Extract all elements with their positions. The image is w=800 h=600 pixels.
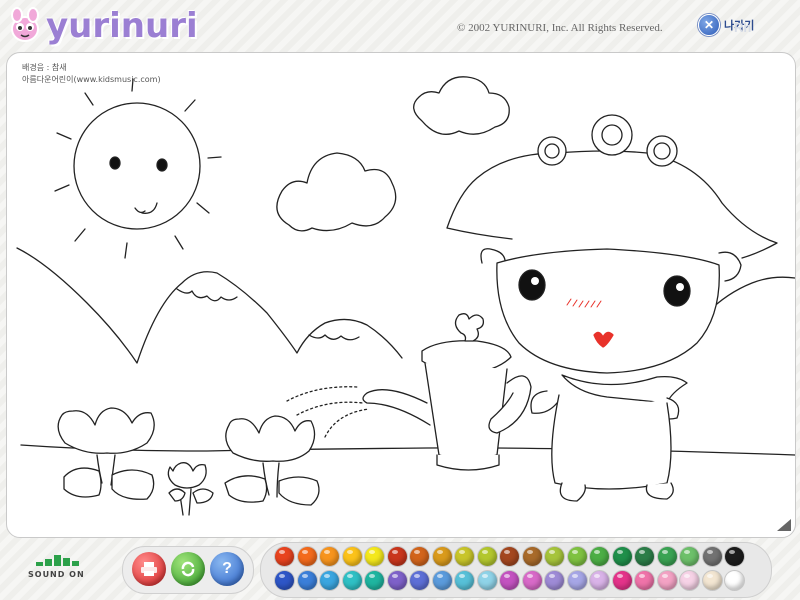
coloring-picture[interactable] — [7, 53, 795, 537]
palette-row-1 — [275, 547, 744, 566]
color-swatch[interactable] — [680, 547, 699, 566]
sound-level-icon[interactable] — [36, 552, 98, 566]
color-swatch[interactable] — [590, 571, 609, 590]
credits-line-2: 아름다운어린이(www.kidsmusic.com) — [22, 75, 161, 84]
color-swatch[interactable] — [567, 571, 587, 590]
color-swatch[interactable] — [432, 571, 452, 590]
color-swatch[interactable] — [297, 571, 317, 590]
credits-line-1: 배경음 : 참새 — [22, 63, 67, 72]
color-swatch[interactable] — [455, 547, 474, 566]
color-swatch[interactable] — [545, 571, 564, 590]
color-swatch[interactable] — [275, 571, 294, 590]
palette-row-2 — [275, 571, 744, 590]
color-swatch[interactable] — [612, 571, 632, 590]
color-swatch[interactable] — [365, 547, 384, 566]
coloring-canvas[interactable] — [6, 52, 796, 538]
mountain-left[interactable] — [16, 247, 403, 364]
color-swatch[interactable] — [275, 547, 294, 566]
watermark-text: Rh — [734, 20, 752, 35]
color-swatch[interactable] — [612, 547, 632, 566]
reset-button[interactable] — [171, 552, 205, 586]
refresh-icon — [181, 561, 195, 577]
color-swatch[interactable] — [635, 547, 654, 566]
color-swatch[interactable] — [320, 547, 339, 566]
color-swatch[interactable] — [657, 547, 677, 566]
color-swatch[interactable] — [342, 571, 362, 590]
color-swatch[interactable] — [680, 571, 699, 590]
mountain-right[interactable] — [706, 276, 795, 314]
flower-small[interactable] — [167, 462, 214, 516]
bottom-toolbar: SOUND ON ? — [0, 538, 800, 600]
flower-left[interactable] — [57, 407, 155, 500]
resize-corner-icon — [777, 519, 791, 531]
color-swatch[interactable] — [522, 547, 542, 566]
color-swatch[interactable] — [410, 547, 429, 566]
watering-can[interactable] — [362, 313, 532, 471]
color-swatch[interactable] — [342, 547, 362, 566]
flower-right[interactable] — [224, 415, 320, 506]
color-swatch[interactable] — [432, 547, 452, 566]
color-swatch[interactable] — [297, 547, 317, 566]
sun-drawing[interactable] — [54, 78, 222, 259]
music-credits: 배경음 : 참새 아름다운어린이(www.kidsmusic.com) — [22, 62, 161, 86]
color-swatch[interactable] — [567, 547, 587, 566]
color-swatch[interactable] — [590, 547, 609, 566]
color-swatch[interactable] — [657, 571, 677, 590]
color-swatch[interactable] — [725, 547, 744, 566]
help-button[interactable]: ? — [210, 552, 244, 586]
color-swatch[interactable] — [725, 571, 744, 590]
sound-label: SOUND ON — [28, 570, 85, 579]
mountain-snowcap[interactable] — [176, 288, 238, 302]
yurinuri-logo: yurinuri — [8, 6, 198, 46]
cloud-drawing-small[interactable] — [413, 76, 510, 135]
tool-panel: ? — [122, 546, 254, 594]
color-swatch[interactable] — [522, 571, 542, 590]
color-swatch[interactable] — [365, 571, 384, 590]
close-icon[interactable]: ✕ — [698, 14, 720, 36]
color-swatch[interactable] — [455, 571, 474, 590]
color-swatch[interactable] — [477, 571, 497, 590]
cloud-drawing[interactable] — [276, 152, 397, 232]
color-swatch[interactable] — [635, 571, 654, 590]
help-icon: ? — [222, 560, 232, 577]
mascot-icon — [11, 7, 39, 42]
color-swatch[interactable] — [545, 547, 564, 566]
color-palette — [260, 542, 772, 598]
logo-text: yurinuri — [46, 6, 198, 46]
color-swatch[interactable] — [500, 547, 519, 566]
color-swatch[interactable] — [702, 547, 722, 566]
print-button[interactable] — [132, 552, 166, 586]
color-swatch[interactable] — [387, 571, 407, 590]
color-swatch[interactable] — [410, 571, 429, 590]
header-bar: yurinuri © 2002 YURINURI, Inc. All Right… — [0, 0, 800, 52]
color-swatch[interactable] — [702, 571, 722, 590]
color-swatch[interactable] — [500, 571, 519, 590]
sound-toggle[interactable]: SOUND ON — [28, 552, 98, 579]
color-swatch[interactable] — [477, 547, 497, 566]
color-swatch[interactable] — [320, 571, 339, 590]
mountain-snowcap-small[interactable] — [308, 334, 360, 341]
color-swatch[interactable] — [387, 547, 407, 566]
print-icon — [141, 562, 157, 576]
copyright-text: © 2002 YURINURI, Inc. All Rights Reserve… — [457, 22, 663, 34]
